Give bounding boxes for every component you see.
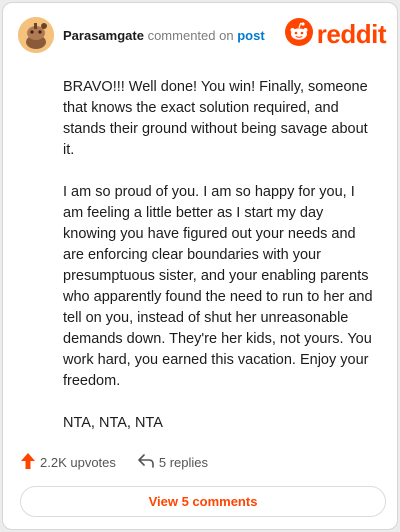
comment-body: BRAVO!!! Well done! You win! Finally, so…: [63, 77, 375, 455]
username[interactable]: Parasamgate: [63, 28, 144, 43]
upvote-button[interactable]: 2.2K upvotes: [21, 452, 116, 472]
comment-paragraph: I am so proud of you. I am so happy for …: [63, 184, 373, 389]
reply-count: 5 replies: [158, 454, 209, 470]
view-comments-button[interactable]: View 5 comments: [20, 486, 386, 517]
reply-arrow-icon: [138, 453, 159, 471]
comment-paragraph: BRAVO!!! Well done! You win! Finally, so…: [63, 79, 368, 158]
upvote-count: 2.2K upvotes: [40, 454, 116, 470]
reddit-logo[interactable]: reddit: [284, 17, 387, 51]
reddit-wordmark: reddit: [316, 18, 387, 49]
comment-header: Parasamgate commented on post reddit: [18, 17, 387, 55]
reply-button[interactable]: 5 replies: [138, 453, 209, 471]
comment-card: Parasamgate commented on post reddit BRA…: [2, 2, 398, 530]
avatar[interactable]: [18, 17, 54, 53]
reddit-logo-icon: [284, 17, 313, 51]
comment-paragraph: NTA, NTA, NTA: [63, 415, 163, 431]
action-text: commented on: [147, 28, 234, 43]
upvote-arrow-icon: [21, 452, 40, 472]
post-link[interactable]: post: [237, 28, 264, 43]
comment-meta: Parasamgate commented on post: [63, 28, 265, 43]
comment-actions: 2.2K upvotes 5 replies: [21, 452, 208, 472]
